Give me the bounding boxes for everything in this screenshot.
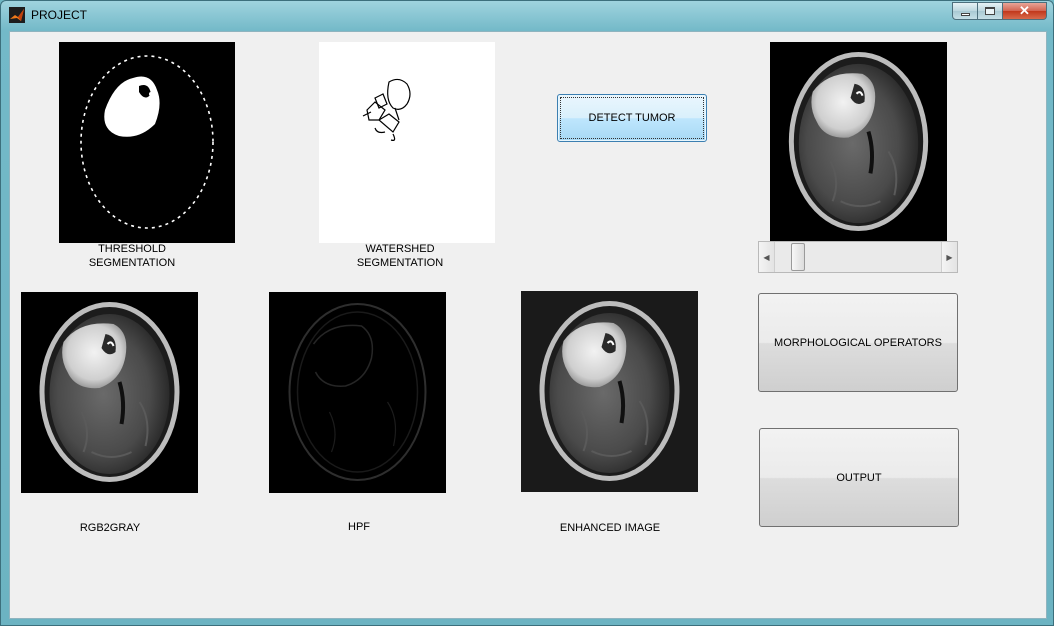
minimize-icon bbox=[960, 12, 970, 16]
slider-right-arrow[interactable]: ▶ bbox=[941, 242, 957, 272]
threshold-segmentation-image bbox=[59, 42, 235, 243]
maximize-icon bbox=[985, 7, 995, 15]
maximize-button[interactable] bbox=[978, 2, 1003, 20]
close-button[interactable]: ✕ bbox=[1003, 2, 1047, 20]
watershed-segmentation-image bbox=[319, 42, 495, 243]
original-mri-image bbox=[770, 42, 947, 242]
window-title: PROJECT bbox=[31, 8, 88, 22]
enhanced-label: ENHANCED IMAGE bbox=[559, 522, 661, 534]
output-button[interactable]: OUTPUT bbox=[759, 428, 959, 527]
watershed-label: WATERSHED SEGMENTATION bbox=[356, 243, 444, 269]
brain-mri-image bbox=[786, 49, 931, 234]
close-icon: ✕ bbox=[1019, 3, 1030, 18]
hpf-label: HPF bbox=[348, 521, 370, 533]
title-bar[interactable]: PROJECT ✕ bbox=[1, 1, 1053, 29]
figure-canvas: THRESHOLD SEGMENTATION WATERSHED SEGMENT… bbox=[9, 31, 1047, 619]
slider-left-arrow[interactable]: ◀ bbox=[759, 242, 775, 272]
minimize-button[interactable] bbox=[952, 2, 978, 20]
hpf-image bbox=[269, 292, 446, 493]
matlab-icon bbox=[9, 7, 25, 23]
rgb2gray-label: RGB2GRAY bbox=[79, 522, 141, 534]
rgb2gray-image bbox=[21, 292, 198, 493]
threshold-label: THRESHOLD SEGMENTATION bbox=[88, 243, 176, 269]
detect-tumor-button[interactable]: DETECT TUMOR bbox=[557, 94, 707, 142]
enhanced-image bbox=[521, 291, 698, 492]
image-slider[interactable]: ◀ ▶ bbox=[758, 241, 958, 273]
morphological-operators-button[interactable]: MORPHOLOGICAL OPERATORS bbox=[758, 293, 958, 392]
app-window: PROJECT ✕ THRESHOLD SEGMENTATION WATERSH… bbox=[0, 0, 1054, 626]
slider-thumb[interactable] bbox=[791, 243, 806, 271]
